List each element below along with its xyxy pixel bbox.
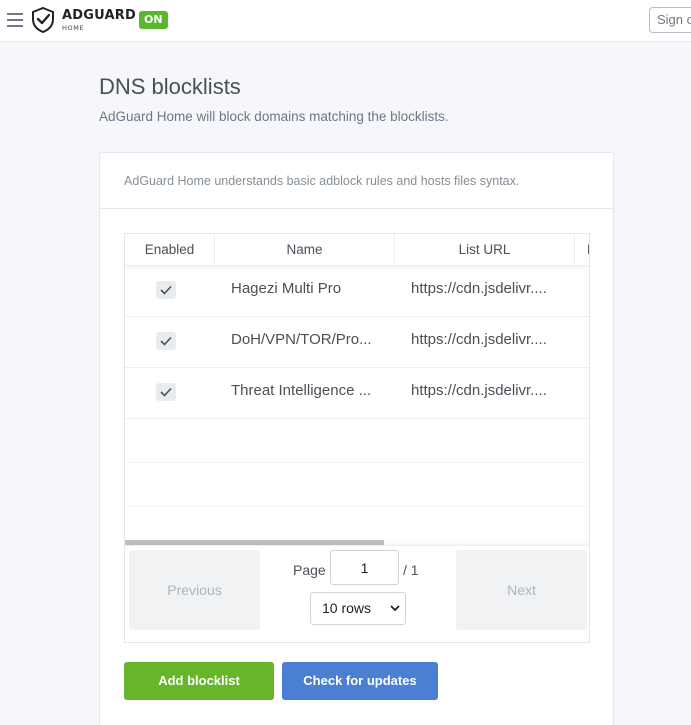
sign-out-button[interactable]: Sign out [649, 7, 691, 33]
pagination-bar: Previous Page / 1 10 rows Next [125, 545, 589, 642]
table-row: Hagezi Multi Pro https://cdn.jsdelivr...… [125, 266, 589, 317]
rows-per-page-select[interactable]: 10 rows [310, 592, 406, 625]
list-name: Threat Intelligence ... [231, 382, 372, 399]
adguard-shield-icon [32, 7, 54, 33]
menu-icon[interactable] [7, 13, 23, 27]
column-header-rules[interactable]: R [575, 234, 589, 266]
add-blocklist-button[interactable]: Add blocklist [124, 662, 274, 700]
enabled-checkbox[interactable] [156, 281, 176, 299]
page-total: / 1 [403, 562, 419, 578]
rows-per-page-value: 10 rows [322, 600, 372, 616]
blocklists-card: AdGuard Home understands basic adblock r… [99, 152, 614, 725]
table-header: Enabled Name List URL R [125, 234, 589, 266]
list-url: https://cdn.jsdelivr.... [411, 382, 547, 399]
page-subtitle: AdGuard Home will block domains matching… [99, 109, 449, 124]
brand-subtitle: HOME [62, 24, 85, 32]
column-header-name[interactable]: Name [215, 234, 395, 266]
check-for-updates-button[interactable]: Check for updates [282, 662, 438, 700]
list-name: Hagezi Multi Pro [231, 280, 342, 297]
page-title: DNS blocklists [99, 74, 241, 99]
page-label: Page [293, 562, 326, 578]
page-number-input[interactable] [330, 550, 399, 585]
card-header: AdGuard Home understands basic adblock r… [100, 153, 613, 209]
enabled-checkbox[interactable] [156, 332, 176, 350]
column-header-enabled[interactable]: Enabled [125, 234, 215, 266]
list-url: https://cdn.jsdelivr.... [411, 331, 547, 348]
list-url: https://cdn.jsdelivr.... [411, 280, 547, 297]
column-header-list-url[interactable]: List URL [395, 234, 575, 266]
empty-row [125, 463, 589, 507]
brand-name: ADGUARD [62, 8, 136, 23]
checkmark-icon [160, 285, 172, 295]
table-row: Threat Intelligence ... https://cdn.jsde… [125, 368, 589, 419]
previous-page-button[interactable]: Previous [129, 550, 260, 630]
chevron-down-icon [390, 605, 400, 612]
top-header: ADGUARD HOME ON Sign out [0, 0, 691, 42]
card-header-text: AdGuard Home understands basic adblock r… [124, 174, 520, 188]
checkmark-icon [160, 387, 172, 397]
empty-row [125, 419, 589, 463]
checkmark-icon [160, 336, 172, 346]
blocklists-table: Enabled Name List URL R Hagezi Multi Pro… [124, 233, 590, 643]
list-name: DoH/VPN/TOR/Pro... [231, 331, 372, 348]
next-page-button[interactable]: Next [456, 550, 587, 630]
enabled-checkbox[interactable] [156, 383, 176, 401]
table-row: DoH/VPN/TOR/Pro... https://cdn.jsdelivr.… [125, 317, 589, 368]
status-badge: ON [139, 11, 168, 29]
